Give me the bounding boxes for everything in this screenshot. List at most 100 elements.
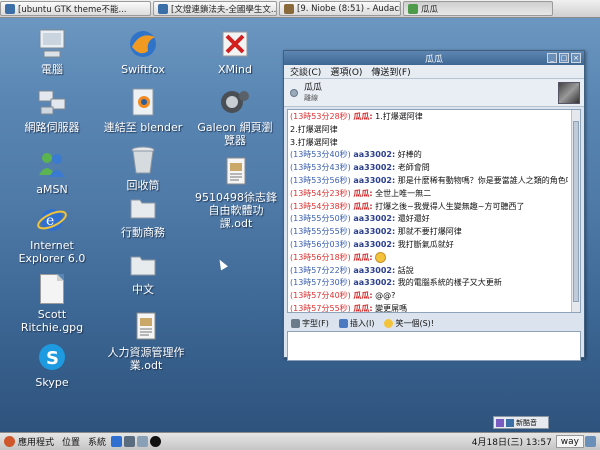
message-time: (13時53分56秒): [290, 175, 351, 185]
message-row: (13時53分40秒) aa33002: 好棒的: [290, 149, 568, 162]
app-launcher-icon[interactable]: [150, 436, 162, 447]
chat-window[interactable]: 瓜瓜 _ □ × 交談(C) 選項(O) 傳送到(F) 瓜瓜 離線 (13時53…: [283, 50, 585, 361]
message-row: (13時53分43秒) aa33002: 老師會問: [290, 162, 568, 175]
message-time: (13時56分18秒): [290, 252, 351, 262]
menu-conversation[interactable]: 交談(C): [290, 65, 321, 78]
menu-options[interactable]: 選項(O): [330, 65, 362, 78]
message-text: 打爆之後~我覺得人生變無趣~方可聽西了: [375, 201, 525, 211]
desktop-icon-skype[interactable]: S Skype: [12, 340, 92, 389]
message-time: (13時56分03秒): [290, 239, 351, 249]
insert-button[interactable]: 插入(I): [338, 318, 375, 329]
desktop-icon-swiftfox[interactable]: Swiftfox: [103, 27, 183, 76]
menu-send-to[interactable]: 傳送到(F): [371, 65, 410, 78]
desktop-icon-network-servers[interactable]: 網路伺服器: [12, 85, 92, 134]
message-row: 2.打爆選阿律: [290, 124, 568, 137]
user-name: way: [560, 436, 579, 447]
icon-label: Internet Explorer 6.0: [18, 239, 86, 265]
desktop-icon-amsn[interactable]: aMSN: [12, 147, 92, 196]
desktop-icon-internet-explorer[interactable]: e Internet Explorer 6.0: [12, 203, 92, 265]
status-indicator-icon: [290, 88, 298, 97]
desktop-icon-hr-doc[interactable]: 人力資源管理作業.odt: [103, 310, 189, 372]
message-text: 那就不要打爆阿律: [397, 227, 462, 237]
message-sender: 瓜瓜:: [353, 201, 373, 211]
desktop-icon-homework-doc[interactable]: 9510498徐志鋒自由軟體功課.odt: [195, 155, 277, 230]
maximize-button[interactable]: □: [559, 53, 569, 63]
message-scrollbar[interactable]: [571, 110, 580, 312]
desktop-icon-mobile-commerce-folder[interactable]: 行動商務: [103, 190, 183, 239]
desktop-icon-blender[interactable]: 連結至 blender: [103, 85, 183, 134]
desktop-icon-xmind[interactable]: XMind: [195, 27, 275, 76]
help-launcher-icon[interactable]: [137, 436, 149, 447]
message-text: 1.打爆選阿律: [375, 112, 423, 121]
message-sender: aa33002:: [353, 150, 396, 160]
contact-avatar[interactable]: [558, 82, 580, 104]
icon-label: 網路伺服器: [24, 121, 80, 134]
desktop-icon-chinese-folder[interactable]: 中文: [103, 247, 183, 296]
minimize-button[interactable]: _: [547, 53, 557, 63]
insert-label: 插入(I): [349, 318, 375, 328]
message-sender: aa33002:: [353, 214, 396, 224]
message-sender: aa33002:: [353, 175, 396, 185]
user-switcher[interactable]: way: [555, 435, 584, 448]
message-sender: 瓜瓜:: [353, 291, 373, 301]
smiley-icon: [384, 318, 394, 328]
icon-label: Skype: [35, 376, 69, 389]
desktop-icon-trash[interactable]: 回收筒: [103, 143, 183, 192]
task-label: [ubuntu GTK theme不能...: [18, 4, 127, 15]
icon-label: 中文: [132, 283, 154, 296]
message-text: 那是什麼稀有動物嗎？你是要當誰人之類的角色嗎: [397, 175, 568, 185]
smile-label: 笑一個(S)!: [395, 318, 434, 328]
icon-label: 連結至 blender: [103, 121, 183, 134]
scroll-thumb[interactable]: [573, 121, 579, 302]
message-row: (13時54分38秒) 瓜瓜: 打爆之後~我覺得人生變無趣~方可聽西了: [290, 201, 568, 214]
desktop-icon-gpg-file[interactable]: Scott Ritchie.gpg: [12, 272, 92, 334]
mouse-cursor: [216, 257, 228, 271]
message-text: 變更屌嗎: [375, 303, 408, 313]
ubuntu-logo-icon: [4, 436, 15, 447]
message-text: 2.打爆選阿律: [290, 124, 338, 134]
icon-label: XMind: [217, 63, 253, 76]
smile-button[interactable]: 笑一個(S)!: [384, 318, 434, 329]
menu-bar: 交談(C) 選項(O) 傳送到(F): [284, 65, 584, 79]
desktop-icon-computer[interactable]: 電腦: [12, 27, 92, 76]
browser-launcher-icon[interactable]: [111, 436, 123, 447]
browser-icon: [158, 3, 168, 14]
task-chat[interactable]: 瓜瓜: [403, 1, 553, 16]
icon-label: Scott Ritchie.gpg: [20, 308, 84, 334]
workspace-switcher-icon[interactable]: [585, 436, 596, 447]
window-controls: _ □ ×: [547, 53, 581, 63]
message-history[interactable]: (13時53分28秒) 瓜瓜: 1.打爆選阿律 2.打爆選阿律 3.打爆選阿律 (13…: [287, 109, 581, 313]
window-titlebar[interactable]: 瓜瓜 _ □ ×: [284, 51, 584, 65]
system-menu[interactable]: 系統: [84, 435, 110, 448]
message-time: (13時54分38秒): [290, 201, 351, 211]
message-text: 話說: [397, 265, 414, 275]
audacious-icon: [284, 3, 294, 14]
icon-label: 電腦: [41, 63, 63, 76]
message-row: (13時54分23秒) 瓜瓜: 全世上唯一無二: [290, 188, 568, 201]
places-menu[interactable]: 位置: [58, 435, 84, 448]
document-icon: [226, 157, 246, 185]
message-sender: 瓜瓜:: [353, 112, 373, 121]
bottom-panel: 應用程式 位置 系統 4月18日(三) 13:57 way: [0, 432, 600, 450]
close-button[interactable]: ×: [571, 53, 581, 63]
input-method-tray[interactable]: 新酷音: [493, 416, 549, 429]
icon-label: 9510498徐志鋒自由軟體功課.odt: [195, 191, 277, 230]
message-input[interactable]: [287, 331, 581, 361]
clock[interactable]: 4月18日(三) 13:57: [472, 435, 556, 448]
message-row: 3.打爆選阿律: [290, 137, 568, 150]
mail-launcher-icon[interactable]: [124, 436, 136, 447]
font-button[interactable]: 字型(F): [291, 318, 329, 329]
icon-label: 行動商務: [121, 226, 165, 239]
applications-menu[interactable]: 應用程式: [0, 435, 58, 448]
message-sender: aa33002:: [353, 278, 396, 288]
task-ubuntu-gtk-thread[interactable]: [ubuntu GTK theme不能...: [0, 1, 151, 16]
contact-status: 離線: [304, 93, 318, 102]
contact-name: 瓜瓜: [304, 82, 323, 93]
message-time: (13時57分40秒): [290, 291, 351, 301]
message-row: (13時57分40秒) 瓜瓜: @@?: [290, 290, 568, 303]
task-article[interactable]: [文燈連鎖法夫-全國學生文...: [153, 1, 277, 16]
task-audacious[interactable]: [9. Niobe (8:51) - Audacio...: [279, 1, 401, 16]
desktop-icon-galeon[interactable]: Galeon 網頁瀏覽器: [195, 85, 275, 147]
insert-icon: [338, 318, 348, 328]
contact-info: 瓜瓜 離線: [304, 83, 322, 103]
